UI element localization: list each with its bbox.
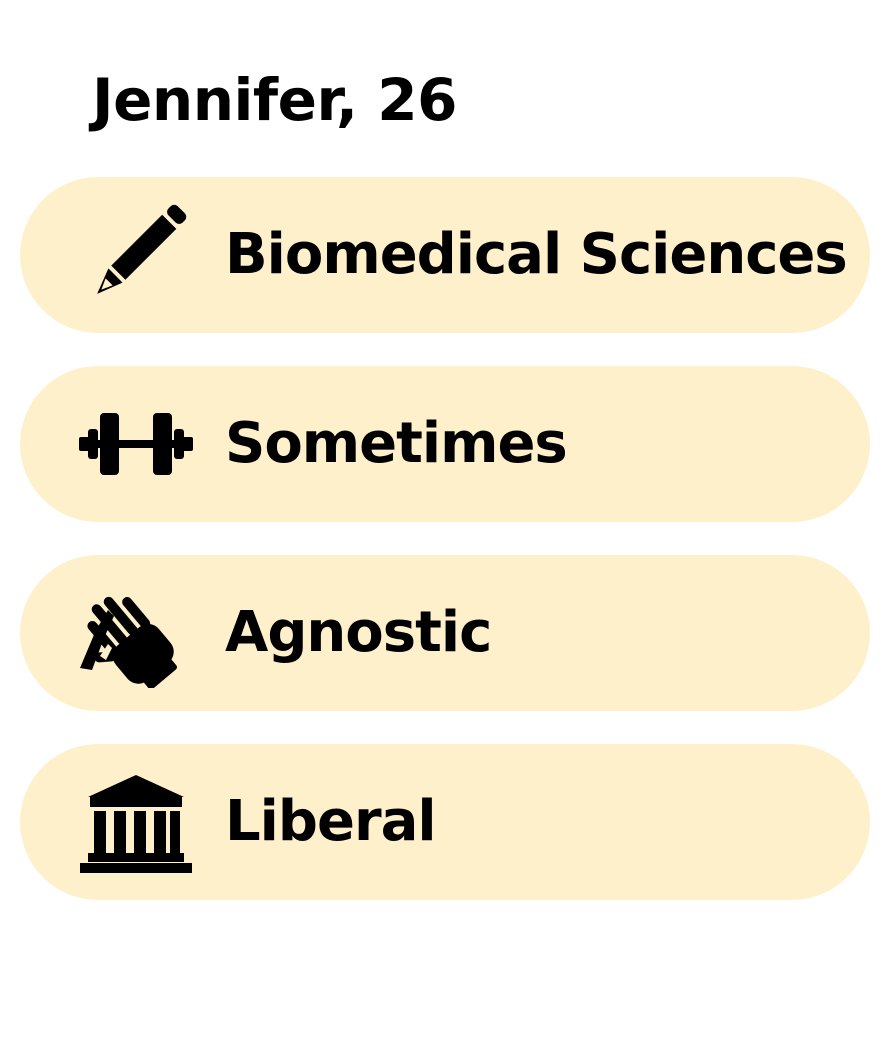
attribute-label-religion: Agnostic <box>225 600 492 665</box>
pencil-icon <box>78 200 194 310</box>
attribute-label-exercise: Sometimes <box>225 411 568 476</box>
attribute-label-education: Biomedical Sciences <box>225 222 848 287</box>
attribute-education: Biomedical Sciences <box>20 177 870 333</box>
attribute-exercise: Sometimes <box>20 366 870 522</box>
profile-name-age: Jennifer, 26 <box>92 66 457 134</box>
attribute-politics: Liberal <box>20 744 870 900</box>
dumbbell-icon <box>78 389 194 499</box>
attribute-religion: Agnostic <box>20 555 870 711</box>
praying-hands-icon <box>78 578 194 688</box>
attribute-label-politics: Liberal <box>225 789 437 854</box>
government-building-icon <box>78 767 194 877</box>
